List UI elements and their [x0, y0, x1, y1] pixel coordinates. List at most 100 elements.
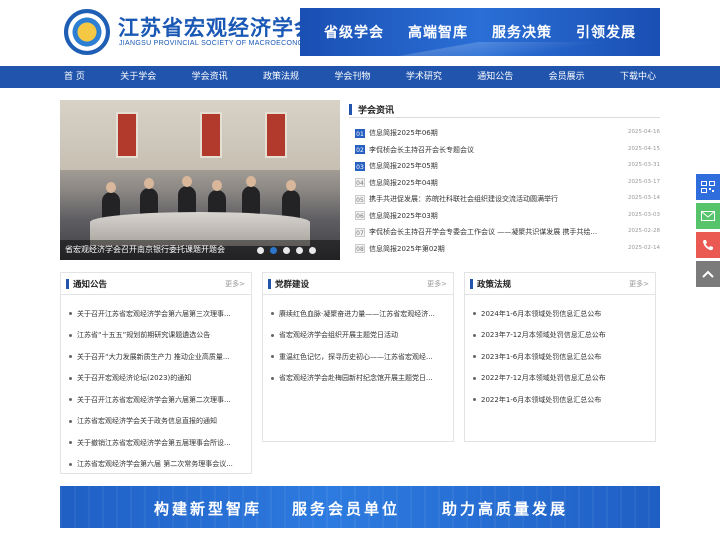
policy-item-link[interactable]: 2024年1-6月本领域处罚信息汇总公布 — [481, 309, 601, 319]
news-list-item[interactable]: 07 李侃桢会长主持召开学会专委会工作会议 ——凝聚共识谋发展 携手共绘... 20… — [355, 224, 660, 241]
policy-more-link[interactable]: 更多> — [629, 279, 649, 289]
slider-caption[interactable]: 省宏观经济学会召开南京银行委托课题开题会 — [65, 244, 225, 255]
policy-item[interactable]: 2024年1-6月本领域处罚信息汇总公布 — [473, 303, 651, 325]
back-to-top-icon[interactable] — [696, 261, 720, 287]
news-list-item[interactable]: 05 携手共进促发展：苏皖社科联社会组织建设交流活动圆满举行 2025-03-14 — [355, 191, 660, 208]
party-more-link[interactable]: 更多> — [427, 279, 447, 289]
notice-item-link[interactable]: 江苏省宏观经济学会关于政务信息直报的通知 — [77, 416, 217, 426]
news-list: 01 信息简报2025年06期 2025-04-16 02 李侃桢会长主持召开会长专题会… — [355, 125, 660, 257]
nav-news[interactable]: 学会资讯 — [188, 66, 232, 88]
party-item[interactable]: 省宏观经济学会赴梅园新村纪念馆开展主题党日... — [271, 368, 449, 390]
nav-publications[interactable]: 学会刊物 — [330, 66, 374, 88]
society-news-panel: 学会资讯 01 信息简报2025年06期 2025-04-16 02 李侃桢会长主持召开… — [349, 100, 660, 260]
news-index-badge: 03 — [355, 161, 365, 171]
bullet-dot-icon — [69, 419, 72, 423]
bullet-dot-icon — [473, 333, 476, 337]
news-headline-link[interactable]: 信息简报2025年06期 — [369, 128, 609, 138]
notice-item-link[interactable]: 江苏省宏观经济学会第六届 第二次常务理事会议... — [77, 459, 233, 469]
party-item-link[interactable]: 赓续红色血脉·凝聚奋进力量——江苏省宏观经济... — [279, 309, 435, 319]
bottom-slogan-banner: 构建新型智库 服务会员单位 助力高质量发展 — [60, 486, 660, 528]
notice-item[interactable]: 江苏省宏观经济学会关于政务信息直报的通知 — [69, 411, 247, 433]
party-item-link[interactable]: 省宏观经济学会赴梅园新村纪念馆开展主题党日... — [279, 373, 433, 383]
notice-item[interactable]: 关于召开江苏省宏观经济学会第六届第三次理事... — [69, 303, 247, 325]
news-headline-link[interactable]: 携手共进促发展：苏皖社科联社会组织建设交流活动圆满举行 — [369, 194, 609, 204]
news-list-item[interactable]: 01 信息简报2025年06期 2025-04-16 — [355, 125, 660, 142]
mail-icon[interactable] — [696, 203, 720, 229]
news-date: 2025-03-14 — [628, 195, 660, 201]
news-list-item[interactable]: 03 信息简报2025年05期 2025-03-31 — [355, 158, 660, 175]
policy-title[interactable]: 政策法规 — [477, 278, 511, 290]
nav-home[interactable]: 首 页 — [60, 66, 89, 88]
bullet-dot-icon — [69, 462, 72, 466]
site-title[interactable]: 江苏省宏观经济学会 — [118, 12, 316, 42]
policy-item-link[interactable]: 2023年7-12月本领域处罚信息汇总公布 — [481, 330, 606, 340]
bullet-dot-icon — [69, 376, 72, 380]
news-headline-link[interactable]: 信息简报2025年03期 — [369, 211, 609, 221]
nav-research[interactable]: 学术研究 — [402, 66, 446, 88]
policy-item-link[interactable]: 2022年1-6月本领域处罚信息汇总公布 — [481, 395, 601, 405]
party-item[interactable]: 重温红色记忆，探寻历史初心——江苏省宏观经... — [271, 346, 449, 368]
nav-policy[interactable]: 政策法规 — [259, 66, 303, 88]
news-index-badge: 05 — [355, 194, 365, 204]
party-item-link[interactable]: 重温红色记忆，探寻历史初心——江苏省宏观经... — [279, 352, 433, 362]
news-date: 2025-04-15 — [628, 145, 660, 152]
notice-item-link[interactable]: 关于召开宏观经济论坛(2023)的通知 — [77, 373, 191, 383]
nav-notices[interactable]: 通知公告 — [473, 66, 517, 88]
news-headline-link[interactable]: 李侃桢会长主持召开会长专题会议 — [369, 145, 609, 155]
bullet-dot-icon — [69, 398, 72, 402]
society-emblem-logo[interactable] — [64, 9, 110, 55]
nav-about[interactable]: 关于学会 — [116, 66, 160, 88]
news-headline-link[interactable]: 信息简报2025年05期 — [369, 161, 609, 171]
policy-item[interactable]: 2022年1-6月本领域处罚信息汇总公布 — [473, 389, 651, 411]
notice-item-link[interactable]: 关于召开江苏省宏观经济学会第六届第二次理事... — [77, 395, 231, 405]
news-headline-link[interactable]: 信息简报2025年第02期 — [369, 244, 609, 254]
notice-item-link[interactable]: 关于召开“大力发展新质生产力 推动企业高质量... — [77, 352, 230, 362]
news-list-item[interactable]: 08 信息简报2025年第02期 2025-02-14 — [355, 241, 660, 258]
policy-item-link[interactable]: 2022年7-12月本领域处罚信息汇总公布 — [481, 373, 606, 383]
policy-item[interactable]: 2023年7-12月本领域处罚信息汇总公布 — [473, 325, 651, 347]
news-headline-link[interactable]: 信息简报2025年04期 — [369, 178, 609, 188]
slider-dot[interactable] — [296, 247, 303, 254]
party-list: 赓续红色血脉·凝聚奋进力量——江苏省宏观经济... 省宏观经济学会组织开展主题党日… — [271, 303, 449, 389]
news-panel-title[interactable]: 学会资讯 — [358, 103, 394, 116]
slider-dot[interactable] — [257, 247, 264, 254]
news-list-item[interactable]: 06 信息简报2025年03期 2025-03-03 — [355, 208, 660, 225]
slider-dot[interactable] — [283, 247, 290, 254]
news-list-item[interactable]: 04 信息简报2025年04期 2025-03-17 — [355, 175, 660, 192]
party-item[interactable]: 赓续红色血脉·凝聚奋进力量——江苏省宏观经济... — [271, 303, 449, 325]
notice-item-link[interactable]: 江苏省“十五五”规划前期研究课题遴选公告 — [77, 330, 210, 340]
notice-item[interactable]: 关于召开宏观经济论坛(2023)的通知 — [69, 368, 247, 390]
header-slogan-banner: 省级学会 高端智库 服务决策 引领发展 — [300, 8, 660, 56]
notice-item[interactable]: 关于召开“大力发展新质生产力 推动企业高质量... — [69, 346, 247, 368]
slogan-serve-decision: 服务决策 — [492, 25, 552, 41]
slogan-quality-development: 助力高质量发展 — [442, 500, 569, 518]
policy-item[interactable]: 2022年7-12月本领域处罚信息汇总公布 — [473, 368, 651, 390]
notice-item[interactable]: 关于撤销江苏省宏观经济学会第五届理事会所设... — [69, 432, 247, 454]
party-title[interactable]: 党群建设 — [275, 278, 309, 290]
party-item[interactable]: 省宏观经济学会组织开展主题党日活动 — [271, 325, 449, 347]
slogan-think-tank-build: 构建新型智库 — [154, 500, 263, 518]
slider-dot-active[interactable] — [270, 247, 277, 254]
party-item-link[interactable]: 省宏观经济学会组织开展主题党日活动 — [279, 330, 398, 340]
nav-downloads[interactable]: 下载中心 — [616, 66, 660, 88]
notice-item-link[interactable]: 关于召开江苏省宏观经济学会第六届第三次理事... — [77, 309, 231, 319]
slogan-lead-development: 引领发展 — [576, 25, 636, 41]
policy-item[interactable]: 2023年1-6月本领域处罚信息汇总公布 — [473, 346, 651, 368]
news-list-item[interactable]: 02 李侃桢会长主持召开会长专题会议 2025-04-15 — [355, 142, 660, 159]
notices-more-link[interactable]: 更多> — [225, 279, 245, 289]
news-date: 2025-02-28 — [628, 228, 660, 234]
slider-dot[interactable] — [309, 247, 316, 254]
bullet-dot-icon — [473, 312, 476, 316]
notice-item[interactable]: 江苏省宏观经济学会第六届 第二次常务理事会议... — [69, 454, 247, 476]
notice-item[interactable]: 关于召开江苏省宏观经济学会第六届第二次理事... — [69, 389, 247, 411]
news-photo-slider[interactable]: 省宏观经济学会召开南京银行委托课题开题会 — [60, 100, 340, 260]
notices-title[interactable]: 通知公告 — [73, 278, 107, 290]
news-date: 2025-03-03 — [628, 211, 660, 218]
qrcode-icon[interactable] — [696, 174, 720, 200]
phone-icon[interactable] — [696, 232, 720, 258]
policy-item-link[interactable]: 2023年1-6月本领域处罚信息汇总公布 — [481, 352, 601, 362]
notice-item-link[interactable]: 关于撤销江苏省宏观经济学会第五届理事会所设... — [77, 438, 231, 448]
news-headline-link[interactable]: 李侃桢会长主持召开学会专委会工作会议 ——凝聚共识谋发展 携手共绘... — [369, 227, 609, 237]
nav-members[interactable]: 会员展示 — [545, 66, 589, 88]
notice-item[interactable]: 江苏省“十五五”规划前期研究课题遴选公告 — [69, 325, 247, 347]
